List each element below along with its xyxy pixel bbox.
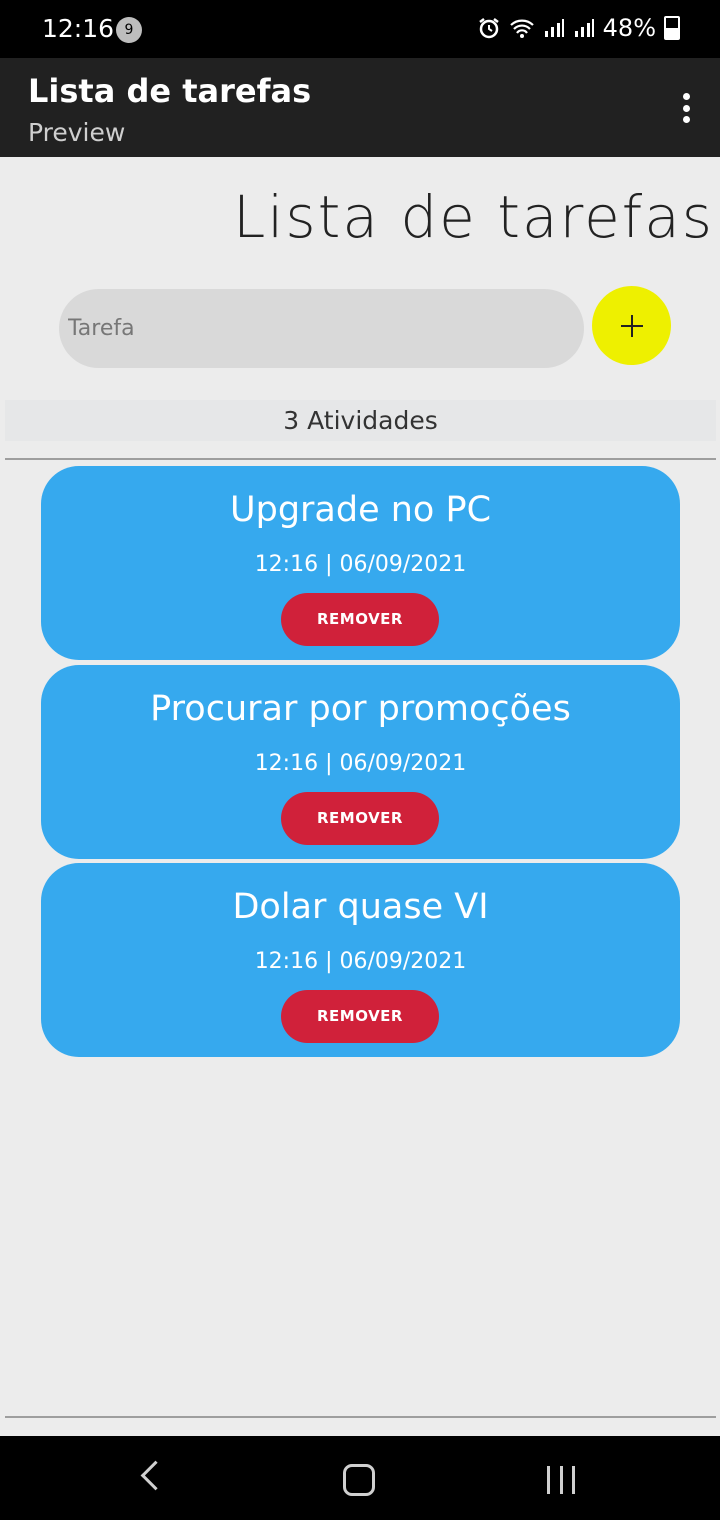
status-icons: 48% [477, 14, 680, 42]
system-nav-bar [0, 1436, 720, 1520]
signal-icon-2 [574, 19, 594, 37]
task-timestamp: 12:16 | 06/09/2021 [254, 751, 467, 776]
task-title: Dolar quase VI [232, 887, 489, 927]
divider [5, 458, 716, 460]
status-time: 12:16 [42, 14, 115, 43]
task-input[interactable] [59, 289, 584, 368]
battery-percent: 48% [602, 14, 656, 42]
recent-apps-icon[interactable] [547, 1466, 575, 1494]
overflow-menu-icon[interactable] [680, 93, 692, 123]
add-task-button[interactable] [592, 286, 671, 365]
task-title: Procurar por promoções [150, 689, 571, 729]
task-card: Upgrade no PC 12:16 | 06/09/2021 REMOVER [41, 466, 680, 660]
battery-icon [664, 16, 680, 40]
remove-button[interactable]: REMOVER [281, 593, 439, 646]
app-title: Lista de tarefas [28, 72, 312, 110]
remove-button[interactable]: REMOVER [281, 792, 439, 845]
task-card: Dolar quase VI 12:16 | 06/09/2021 REMOVE… [41, 863, 680, 1057]
task-card: Procurar por promoções 12:16 | 06/09/202… [41, 665, 680, 859]
alarm-icon [478, 18, 499, 39]
task-timestamp: 12:16 | 06/09/2021 [254, 552, 467, 577]
bottom-divider [5, 1416, 716, 1418]
activity-count: 3 Atividades [5, 400, 716, 441]
page-title: Lista de tarefas [232, 183, 714, 251]
wifi-icon [509, 19, 534, 38]
plus-icon [620, 314, 643, 337]
task-title: Upgrade no PC [229, 490, 492, 530]
remove-button[interactable]: REMOVER [281, 990, 439, 1043]
status-bar: 12:16 9 48% [0, 0, 720, 58]
app-subtitle: Preview [28, 118, 126, 147]
notification-badge: 9 [116, 17, 142, 43]
home-icon[interactable] [343, 1464, 375, 1496]
task-timestamp: 12:16 | 06/09/2021 [254, 949, 467, 974]
back-icon[interactable] [140, 1460, 171, 1491]
signal-icon [544, 19, 564, 37]
app-bar: Lista de tarefas Preview [0, 58, 720, 157]
